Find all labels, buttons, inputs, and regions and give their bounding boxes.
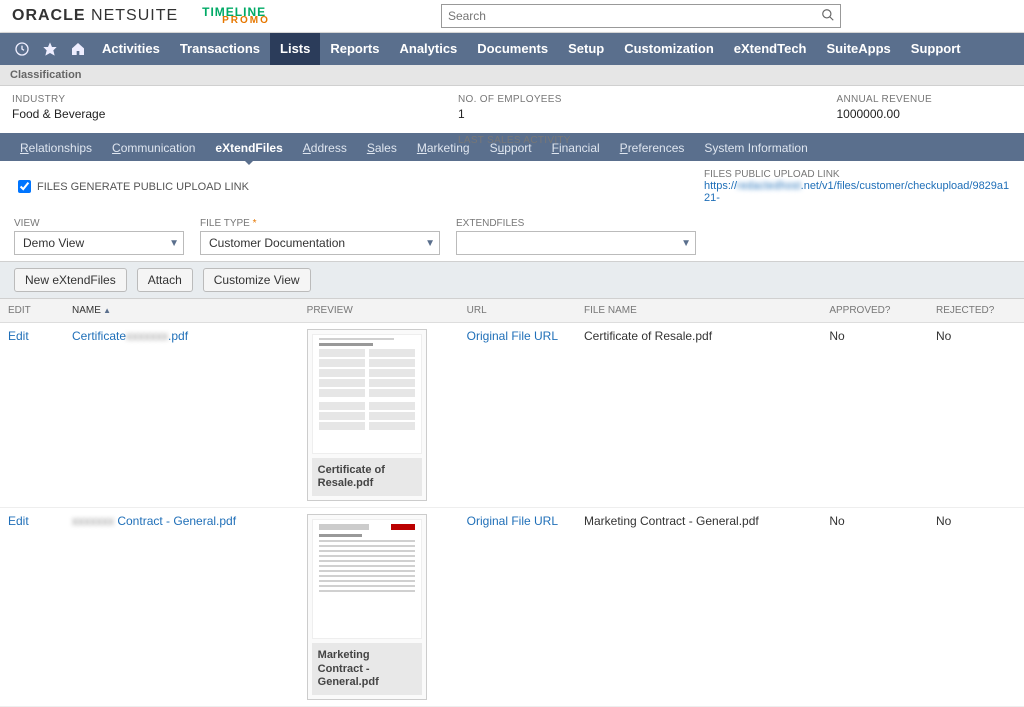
nav-extendtech[interactable]: eXtendTech [724, 33, 817, 65]
preview-caption: Marketing Contract - General.pdf [312, 643, 422, 695]
revenue-value: 1000000.00 [836, 107, 932, 121]
edit-link[interactable]: Edit [8, 514, 29, 528]
th-preview[interactable]: PREVIEW [299, 299, 459, 323]
star-icon[interactable] [36, 33, 64, 65]
th-name[interactable]: NAME [64, 299, 299, 323]
nav-documents[interactable]: Documents [467, 33, 558, 65]
rejected-cell: No [928, 508, 1024, 707]
extendfiles-label: EXTENDFILES [456, 218, 696, 229]
th-approved[interactable]: APPROVED? [821, 299, 928, 323]
original-file-url-link[interactable]: Original File URL [467, 514, 558, 528]
th-url[interactable]: URL [459, 299, 576, 323]
recent-icon[interactable] [8, 33, 36, 65]
original-file-url-link[interactable]: Original File URL [467, 329, 558, 343]
search-input[interactable] [441, 4, 841, 28]
logo-oracle: ORACLE NETSUITE [12, 7, 178, 25]
nav-support[interactable]: Support [901, 33, 971, 65]
files-public-upload-link[interactable]: https://redactedhost.net/v1/files/custom… [704, 180, 1010, 204]
main-nav: Activities Transactions Lists Reports An… [0, 33, 1024, 65]
nav-transactions[interactable]: Transactions [170, 33, 270, 65]
tab-preferences[interactable]: Preferences [610, 135, 695, 161]
tab-sales[interactable]: Sales [357, 135, 407, 161]
nav-reports[interactable]: Reports [320, 33, 389, 65]
tab-extendfiles[interactable]: eXtendFiles [205, 135, 292, 161]
filetype-select[interactable]: Customer Documentation ▼ [200, 231, 440, 255]
new-extendfiles-button[interactable]: New eXtendFiles [14, 268, 127, 292]
tab-system-information[interactable]: System Information [694, 135, 817, 161]
chevron-down-icon: ▼ [681, 238, 691, 249]
filetype-value: Customer Documentation [209, 236, 345, 250]
nav-analytics[interactable]: Analytics [389, 33, 467, 65]
nav-customization[interactable]: Customization [614, 33, 724, 65]
tab-communication[interactable]: Communication [102, 135, 205, 161]
files-generate-public-link-checkbox[interactable] [18, 180, 31, 193]
search-icon[interactable] [821, 8, 835, 22]
attach-button[interactable]: Attach [137, 268, 193, 292]
edit-link[interactable]: Edit [8, 329, 29, 343]
home-icon[interactable] [64, 33, 92, 65]
actions-bar: New eXtendFiles Attach Customize View [0, 261, 1024, 299]
industry-value: Food & Beverage [12, 107, 105, 121]
chevron-down-icon: ▼ [169, 238, 179, 249]
preview-caption: Certificate of Resale.pdf [312, 458, 422, 496]
file-name-link[interactable]: Certificatexxxxxxx.pdf [72, 329, 188, 343]
industry-label: INDUSTRY [12, 94, 105, 105]
nav-lists[interactable]: Lists [270, 33, 320, 65]
classification-header: Classification [0, 65, 1024, 86]
th-edit[interactable]: EDIT [0, 299, 64, 323]
chevron-down-icon: ▼ [425, 238, 435, 249]
nav-setup[interactable]: Setup [558, 33, 614, 65]
employees-label: NO. OF EMPLOYEES [458, 94, 571, 105]
global-search[interactable] [441, 4, 841, 28]
preview-thumbnail[interactable]: Marketing Contract - General.pdf [307, 514, 427, 700]
files-table: EDIT NAME PREVIEW URL FILE NAME APPROVED… [0, 299, 1024, 707]
employees-value: 1 [458, 107, 571, 121]
view-label: VIEW [14, 218, 184, 229]
customize-view-button[interactable]: Customize View [203, 268, 311, 292]
rejected-cell: No [928, 323, 1024, 508]
tab-relationships[interactable]: Relationships [10, 135, 102, 161]
th-rejected[interactable]: REJECTED? [928, 299, 1024, 323]
classification-body: INDUSTRY Food & Beverage NO. OF EMPLOYEE… [0, 86, 1024, 133]
nav-suiteapps[interactable]: SuiteApps [817, 33, 901, 65]
revenue-label: ANNUAL REVENUE [836, 94, 932, 105]
approved-cell: No [821, 508, 928, 707]
tab-address[interactable]: Address [293, 135, 357, 161]
filetype-label: FILE TYPE * [200, 218, 440, 229]
view-select[interactable]: Demo View ▼ [14, 231, 184, 255]
extendfiles-select[interactable]: ▼ [456, 231, 696, 255]
logo-timeline: TIMELINE PROMO [202, 6, 270, 26]
view-value: Demo View [23, 236, 84, 250]
approved-cell: No [821, 323, 928, 508]
file-name-link[interactable]: xxxxxxx Contract - General.pdf [72, 514, 236, 528]
files-generate-public-link-label: FILES GENERATE PUBLIC UPLOAD LINK [37, 181, 249, 193]
last-sales-label: LAST SALES ACTIVITY [458, 135, 571, 146]
files-public-upload-link-label: FILES PUBLIC UPLOAD LINK [704, 169, 1010, 180]
upload-row: FILES GENERATE PUBLIC UPLOAD LINK FILES … [0, 161, 1024, 208]
filename-cell: Certificate of Resale.pdf [576, 323, 821, 508]
nav-activities[interactable]: Activities [92, 33, 170, 65]
filters: VIEW Demo View ▼ FILE TYPE * Customer Do… [0, 208, 1024, 261]
preview-thumbnail[interactable]: Certificate of Resale.pdf [307, 329, 427, 501]
filename-cell: Marketing Contract - General.pdf [576, 508, 821, 707]
table-row: Edit Certificatexxxxxxx.pdf Certificate … [0, 323, 1024, 508]
th-filename[interactable]: FILE NAME [576, 299, 821, 323]
table-row: Edit xxxxxxx Contract - General.pdf Mark… [0, 508, 1024, 707]
header: ORACLE NETSUITE TIMELINE PROMO [0, 0, 1024, 33]
